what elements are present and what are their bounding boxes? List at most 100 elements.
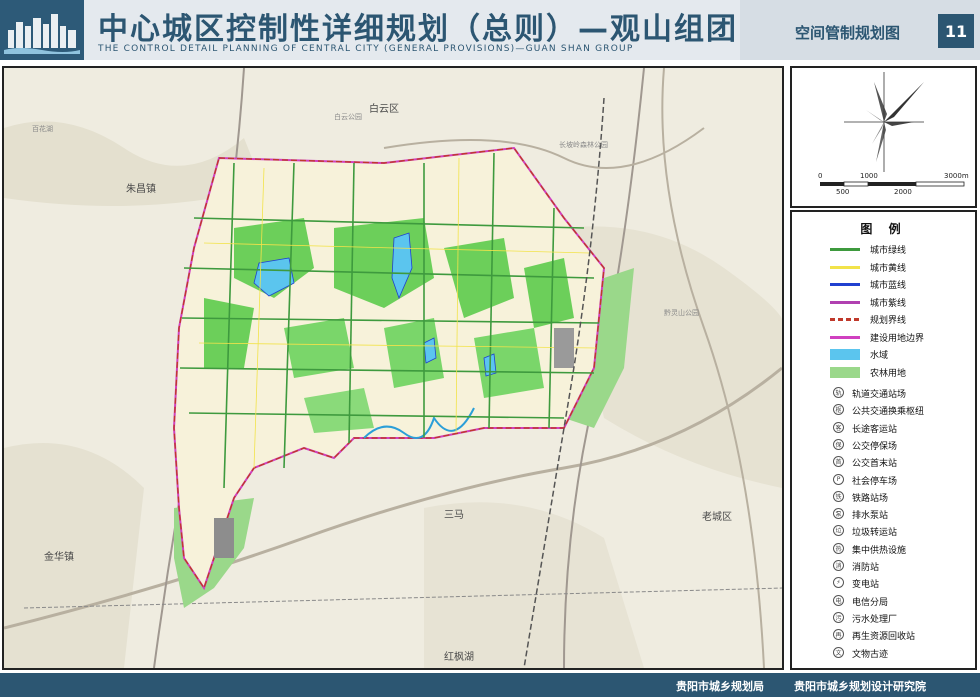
legend-label: 垃圾转运站 (852, 528, 898, 539)
legend-label: 社会停车场 (852, 476, 898, 487)
legend-label: 电信分局 (852, 597, 889, 608)
legend-item: 文文物古迹 (792, 646, 975, 662)
legend-item: 保公交停保场 (792, 438, 975, 454)
legend-label: 规划界线 (870, 316, 907, 326)
footer-org: 贵阳市城乡规划设计研究院 (794, 680, 926, 693)
legend-item: P 社会停车场 (792, 473, 975, 489)
legend-swatch (830, 335, 860, 339)
legend: 图 例 城市绿线城市黄线城市蓝线城市紫线规划界线建设用地边界 水域农林用地轨轨道交… (790, 210, 977, 670)
park-label: 百花湖 (32, 125, 53, 133)
facility-icon: 垃 (833, 525, 844, 537)
place-label: 老城区 (702, 512, 732, 523)
facility-icon: 枢 (833, 404, 844, 416)
scale-label: 1000 (860, 172, 878, 180)
place-label: 金华镇 (44, 552, 74, 563)
footer-org: 贵阳市城乡规划局 (676, 680, 764, 693)
legend-swatch (830, 265, 860, 269)
legend-label: 农林用地 (870, 368, 907, 379)
scale-label: 500 (836, 188, 850, 196)
legend-label: 轨道交通站场 (852, 390, 907, 400)
legend-item: 污污水处理厂 (792, 611, 975, 627)
scale-label: 0 (818, 172, 823, 180)
facility-icon: 电 (833, 594, 844, 606)
place-label: 白云区 (369, 104, 399, 115)
legend-swatch (830, 318, 860, 321)
legend-item: 城市紫线 (792, 295, 975, 311)
legend-swatch (830, 366, 860, 378)
map-canvas (4, 68, 782, 668)
facility-icon: 客 (833, 421, 844, 433)
legend-label: 污水处理厂 (852, 614, 898, 625)
legend-item: 城市蓝线 (792, 277, 975, 293)
legend-item: 客长途客运站 (792, 421, 975, 437)
facility-icon: 泵 (833, 508, 844, 520)
legend-item: 枢公共交通换乘枢纽 (792, 403, 975, 419)
park-label: 白云公园 (334, 113, 362, 121)
legend-label: 水域 (870, 351, 889, 361)
legend-item: 首公交首末站 (792, 455, 975, 471)
legend-item: 农林用地 (792, 365, 975, 381)
legend-item: 消消防站 (792, 559, 975, 575)
place-label: 朱昌镇 (126, 184, 156, 195)
legend-item: 再再生资源回收站 (792, 628, 975, 644)
footer: 贵阳市城乡规划局 贵阳市城乡规划设计研究院 (0, 673, 980, 697)
legend-label: 公交首末站 (852, 459, 898, 470)
north-arrow-icon (820, 72, 965, 187)
facility-icon: 再 (833, 629, 844, 641)
legend-label: 城市蓝线 (870, 281, 907, 291)
legend-item: 轨轨道交通站场 (792, 386, 975, 402)
legend-label: 城市绿线 (870, 246, 907, 256)
logo (0, 0, 84, 60)
page-number: 11 (938, 14, 974, 48)
facility-icon: 文 (833, 646, 844, 658)
legend-label: 铁路站场 (852, 493, 889, 504)
facility-icon: 轨 (833, 387, 844, 398)
legend-label: 建设用地边界 (870, 333, 925, 344)
legend-label: 变电站 (852, 580, 880, 591)
legend-item: 城市黄线 (792, 260, 975, 276)
legend-item: 垃垃圾转运站 (792, 524, 975, 540)
legend-item: 泵排水泵站 (792, 507, 975, 523)
facility-icon: 污 (833, 611, 844, 623)
legend-swatch (830, 300, 860, 304)
legend-label: 城市黄线 (870, 263, 907, 274)
page-title: 中心城区控制性详细规划（总则）—观山组团 (98, 12, 738, 47)
legend-item: 建设用地边界 (792, 330, 975, 346)
park-label: 长坡岭森林公园 (559, 141, 608, 149)
legend-label: 城市紫线 (870, 298, 907, 309)
sheet-title: 空间管制规划图 (795, 24, 901, 42)
map-frame: 白云区 朱昌镇 三马 老城区 金华镇 红枫湖 百花湖 长坡岭森林公园 黔灵山公园… (2, 66, 784, 670)
legend-swatch (830, 248, 860, 251)
legend-item: 规划界线 (792, 312, 975, 328)
legend-title: 图 例 (860, 222, 907, 236)
scale-label: 3000m (944, 172, 969, 180)
legend-item: 热集中供热设施 (792, 542, 975, 558)
facility-icon: 消 (833, 560, 844, 571)
legend-label: 长途客运站 (852, 424, 898, 435)
facility-icon: 保 (833, 438, 844, 450)
scale-label: 2000 (894, 188, 912, 196)
legend-label: 公共交通换乘枢纽 (852, 407, 925, 418)
legend-label: 集中供热设施 (852, 545, 907, 556)
header: 中心城区控制性详细规划（总则）—观山组团 THE CONTROL DETAIL … (0, 0, 980, 60)
facility-icon: P (833, 473, 844, 485)
legend-item: 铁铁路站场 (792, 490, 975, 506)
legend-label: 文物古迹 (852, 649, 889, 660)
legend-item: 水域 (792, 347, 975, 363)
facility-icon: 首 (833, 456, 844, 468)
legend-label: 公交停保场 (852, 441, 898, 452)
place-label: 红枫湖 (444, 652, 474, 663)
scale-bar (820, 181, 965, 187)
legend-item: 城市绿线 (792, 242, 975, 258)
place-label: 三马 (444, 510, 464, 521)
legend-label: 排水泵站 (852, 511, 889, 522)
page-subtitle: THE CONTROL DETAIL PLANNING OF CENTRAL C… (98, 44, 634, 54)
compass-box: 0 1000 3000m 500 2000 (790, 66, 977, 208)
park-label: 黔灵山公园 (664, 309, 699, 317)
facility-icon: 热 (833, 542, 844, 554)
legend-swatch (830, 283, 860, 286)
legend-item: 电电信分局 (792, 594, 975, 610)
facility-icon: 铁 (833, 490, 844, 502)
legend-item: ⚡ 变电站 (792, 576, 975, 592)
legend-label: 再生资源回收站 (852, 632, 916, 643)
